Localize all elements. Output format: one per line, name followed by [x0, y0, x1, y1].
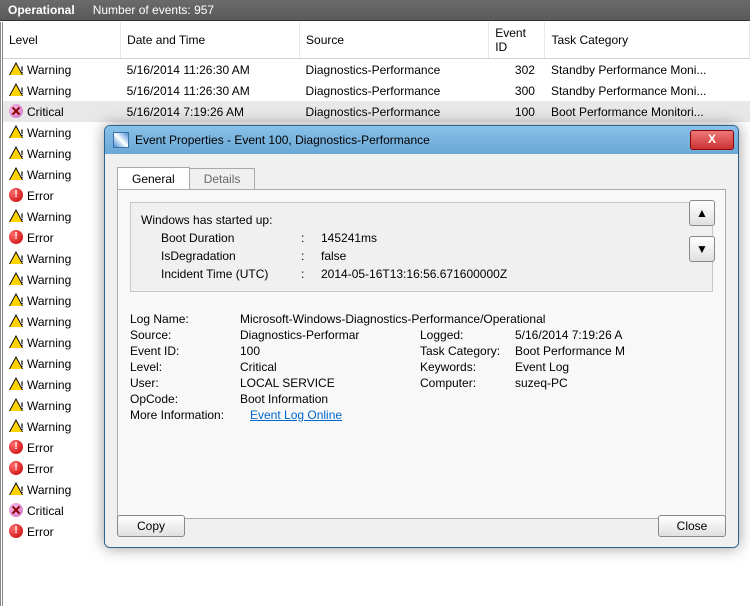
col-date[interactable]: Date and Time: [121, 22, 300, 59]
close-button[interactable]: Close: [658, 515, 726, 537]
dialog-sys-icon: [113, 132, 129, 148]
nav-buttons: ▲ ▼: [689, 200, 715, 262]
warning-icon: [9, 272, 23, 286]
tab-details[interactable]: Details: [189, 168, 256, 191]
event-count: Number of events: 957: [93, 3, 214, 17]
error-icon: [9, 230, 23, 244]
prev-event-button[interactable]: ▲: [689, 200, 715, 226]
tab-general[interactable]: General: [117, 167, 190, 190]
col-event-id[interactable]: Event ID: [489, 22, 545, 59]
cell-date: 5/16/2014 11:26:30 AM: [121, 80, 300, 101]
warning-icon: [9, 209, 23, 223]
cell-event-id: 100: [489, 101, 545, 122]
col-task-category[interactable]: Task Category: [545, 22, 750, 59]
cell-level: Critical: [27, 504, 64, 518]
cell-level: Error: [27, 231, 54, 245]
warning-icon: [9, 62, 23, 76]
warning-icon: [9, 482, 23, 496]
event-properties-dialog: Event Properties - Event 100, Diagnostic…: [104, 125, 739, 548]
event-log-online-link[interactable]: Event Log Online: [250, 408, 342, 422]
dialog-titlebar[interactable]: Event Properties - Event 100, Diagnostic…: [105, 126, 738, 154]
cell-level: Error: [27, 189, 54, 203]
cell-event-id: 300: [489, 80, 545, 101]
dialog-buttons: Copy Close: [117, 515, 726, 537]
critical-icon: [9, 503, 23, 517]
cell-source: Diagnostics-Performance: [300, 80, 489, 101]
warning-icon: [9, 167, 23, 181]
column-headers: Level Date and Time Source Event ID Task…: [3, 22, 750, 59]
warning-icon: [9, 293, 23, 307]
warning-icon: [9, 314, 23, 328]
cell-level: Error: [27, 462, 54, 476]
critical-icon: [9, 104, 23, 118]
cell-task: Standby Performance Moni...: [545, 80, 750, 101]
tab-strip: General Details: [117, 166, 726, 189]
view-title: Operational: [8, 3, 75, 17]
header-bar: Operational Number of events: 957: [0, 0, 750, 21]
error-icon: [9, 524, 23, 538]
col-level[interactable]: Level: [3, 22, 121, 59]
cell-task: Standby Performance Moni...: [545, 59, 750, 81]
cell-level: Critical: [27, 105, 64, 119]
warning-icon: [9, 356, 23, 370]
tab-panel: Windows has started up: Boot Duration:14…: [117, 189, 726, 519]
error-icon: [9, 440, 23, 454]
warning-icon: [9, 335, 23, 349]
error-icon: [9, 461, 23, 475]
warning-icon: [9, 83, 23, 97]
warning-icon: [9, 125, 23, 139]
cell-date: 5/16/2014 11:26:30 AM: [121, 59, 300, 81]
event-metadata: Log Name:Microsoft-Windows-Diagnostics-P…: [130, 312, 690, 422]
cell-level: Error: [27, 441, 54, 455]
msg-heading: Windows has started up:: [141, 211, 702, 229]
cell-date: 5/16/2014 7:19:26 AM: [121, 101, 300, 122]
close-icon[interactable]: X: [690, 130, 734, 150]
cell-level: Error: [27, 525, 54, 539]
table-row[interactable]: Warning5/16/2014 11:26:30 AMDiagnostics-…: [3, 59, 750, 81]
warning-icon: [9, 398, 23, 412]
cell-task: Boot Performance Monitori...: [545, 101, 750, 122]
error-icon: [9, 188, 23, 202]
table-row[interactable]: Warning5/16/2014 11:26:30 AMDiagnostics-…: [3, 80, 750, 101]
table-row[interactable]: Critical 5/16/2014 7:19:26 AMDiagnostics-…: [3, 101, 750, 122]
col-source[interactable]: Source: [300, 22, 489, 59]
cell-event-id: 302: [489, 59, 545, 81]
cell-source: Diagnostics-Performance: [300, 59, 489, 81]
dialog-title: Event Properties - Event 100, Diagnostic…: [135, 133, 684, 147]
next-event-button[interactable]: ▼: [689, 236, 715, 262]
warning-icon: [9, 419, 23, 433]
warning-icon: [9, 146, 23, 160]
warning-icon: [9, 377, 23, 391]
cell-source: Diagnostics-Performance: [300, 101, 489, 122]
event-message: Windows has started up: Boot Duration:14…: [130, 202, 713, 292]
warning-icon: [9, 251, 23, 265]
copy-button[interactable]: Copy: [117, 515, 185, 537]
dialog-body: General Details Windows has started up: …: [105, 154, 738, 547]
